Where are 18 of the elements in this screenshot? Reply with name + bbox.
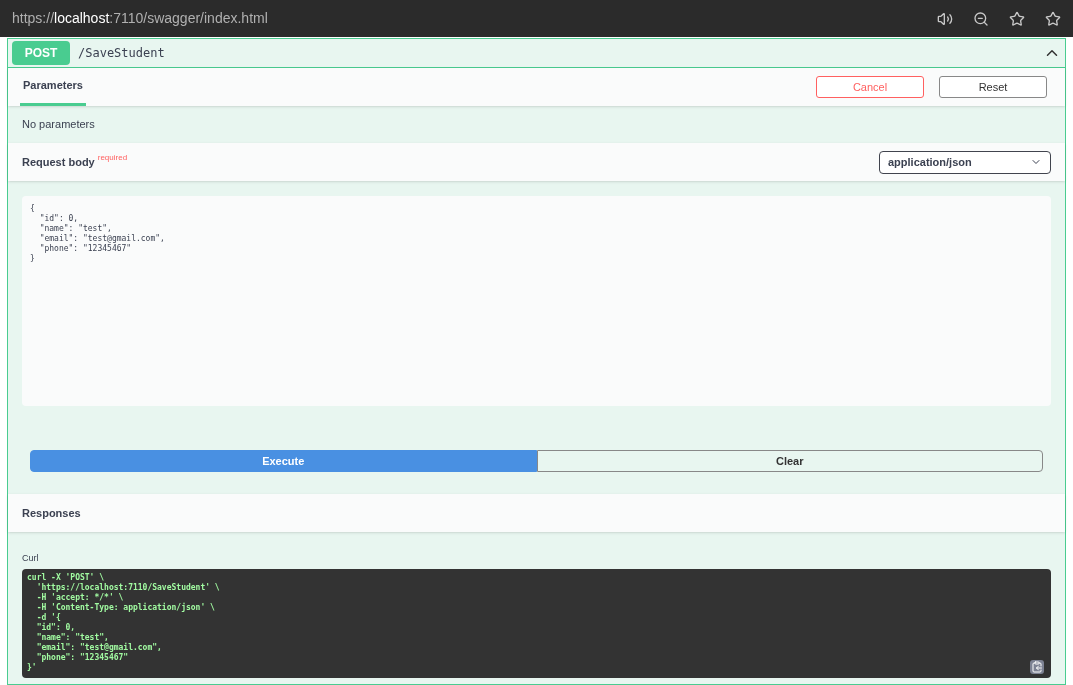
responses-title: Responses bbox=[22, 505, 81, 521]
no-parameters-text: No parameters bbox=[22, 117, 95, 133]
zoom-out-icon[interactable] bbox=[973, 10, 989, 27]
operation-path: /SaveStudent bbox=[78, 45, 166, 62]
request-body-editor[interactable]: { "id": 0, "name": "test", "email": "test@gmail.com", "phone": "12345467" } bbox=[22, 196, 1051, 406]
reset-button[interactable]: Reset bbox=[939, 76, 1047, 98]
curl-label: Curl bbox=[22, 552, 40, 565]
required-label: required bbox=[97, 152, 128, 164]
speaker-icon[interactable] bbox=[937, 10, 953, 27]
content-type-select[interactable]: application/json bbox=[879, 150, 1051, 174]
request-body-title: Request body bbox=[22, 154, 95, 170]
curl-command: curl -X 'POST' \ 'https://localhost:7110/SaveStudent' \ -H 'accept: */*' \ -H 'Content-Type: application/json' \ -d '{ "id": 0, "name": "test", "email": "test@gmail.com", "phone": "12345467" }' bbox=[22, 568, 1051, 678]
parameters-tab[interactable]: Parameters bbox=[20, 74, 86, 106]
address-bar[interactable]: https://localhost:7110/swagger/index.html bbox=[12, 8, 937, 29]
clear-button[interactable]: Clear bbox=[536, 450, 1043, 472]
favorites-icon[interactable] bbox=[1045, 10, 1061, 27]
method-badge: POST bbox=[12, 41, 70, 65]
favorite-icon[interactable] bbox=[1009, 10, 1025, 27]
